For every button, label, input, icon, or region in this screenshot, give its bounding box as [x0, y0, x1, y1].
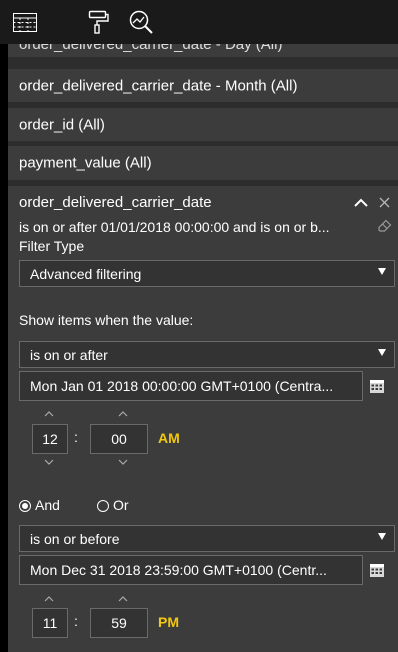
condition1-ampm-toggle[interactable]: AM [158, 430, 180, 446]
remove-filter-close-icon[interactable] [379, 197, 390, 208]
filter-card-month[interactable]: order_delivered_carrier_date - Month (Al… [8, 69, 398, 102]
filter-card-label: order_delivered_carrier_date - Month (Al… [19, 77, 298, 94]
condition2-operator-value: is on or before [30, 531, 120, 547]
filter-card-day[interactable]: order_delivered_carrier_date - Day (All) [8, 44, 398, 57]
condition1-operator-dropdown[interactable]: is on or after [19, 341, 395, 368]
clear-filter-eraser-icon[interactable] [378, 219, 392, 233]
filter-card-label: order_id (All) [19, 116, 105, 133]
condition1-date-value: Mon Jan 01 2018 00:00:00 GMT+0100 (Centr… [30, 378, 334, 394]
minute-up-chevron-icon[interactable] [108, 406, 138, 420]
filter-type-value: Advanced filtering [30, 266, 142, 282]
filter-type-label: Filter Type [19, 238, 85, 254]
or-radio[interactable] [97, 500, 109, 512]
condition1-hour-input[interactable]: 12 [32, 424, 68, 454]
filter-card-label: order_delivered_carrier_date - Day (All) [19, 44, 283, 53]
condition1-minute-input[interactable]: 00 [90, 424, 148, 454]
filter-title: order_delivered_carrier_date [19, 194, 212, 211]
time-separator: : [74, 613, 78, 629]
condition2-hour-input[interactable]: 11 [32, 608, 68, 638]
hour-up-chevron-icon[interactable] [34, 406, 64, 420]
filter-card-payment-value[interactable]: payment_value (All) [8, 146, 398, 180]
visualizations-toolbar [0, 0, 398, 44]
or-radio-label[interactable]: Or [113, 497, 129, 513]
filter-card-label: payment_value (All) [19, 154, 152, 172]
and-radio[interactable] [19, 500, 31, 512]
time-separator: : [74, 429, 78, 445]
hour-up-chevron-icon[interactable] [34, 591, 64, 605]
condition2-minute-input[interactable]: 59 [90, 608, 148, 638]
filter-type-dropdown[interactable]: Advanced filtering [19, 260, 395, 287]
filters-pane: order_delivered_carrier_date - Day (All)… [8, 44, 398, 652]
minute-down-chevron-icon[interactable] [108, 456, 138, 470]
calendar-icon[interactable] [370, 380, 384, 393]
condition2-operator-dropdown[interactable]: is on or before [19, 525, 395, 552]
collapse-chevron-up-icon[interactable] [354, 198, 368, 207]
show-items-label: Show items when the value: [19, 312, 194, 328]
and-radio-label[interactable]: And [35, 497, 60, 513]
filter-pane-icon[interactable] [12, 9, 38, 35]
condition2-date-value: Mon Dec 31 2018 23:59:00 GMT+0100 (Centr… [30, 562, 327, 578]
condition2-date-input[interactable]: Mon Dec 31 2018 23:59:00 GMT+0100 (Centr… [19, 555, 363, 585]
calendar-icon[interactable] [370, 564, 384, 577]
chevron-down-icon [378, 268, 386, 275]
chevron-down-icon [378, 533, 386, 540]
condition2-ampm-toggle[interactable]: PM [158, 614, 179, 630]
minute-up-chevron-icon[interactable] [108, 591, 138, 605]
condition1-date-input[interactable]: Mon Jan 01 2018 00:00:00 GMT+0100 (Centr… [19, 371, 363, 401]
analytics-magnifier-icon[interactable] [128, 9, 154, 35]
filter-card-expanded: order_delivered_carrier_date is on or af… [8, 186, 398, 652]
hour-down-chevron-icon[interactable] [34, 456, 64, 470]
format-paintroller-icon[interactable] [84, 9, 110, 35]
filter-card-order-id[interactable]: order_id (All) [8, 108, 398, 141]
condition1-operator-value: is on or after [30, 347, 108, 363]
chevron-down-icon [378, 349, 386, 356]
filter-summary: is on or after 01/01/2018 00:00:00 and i… [19, 219, 330, 235]
